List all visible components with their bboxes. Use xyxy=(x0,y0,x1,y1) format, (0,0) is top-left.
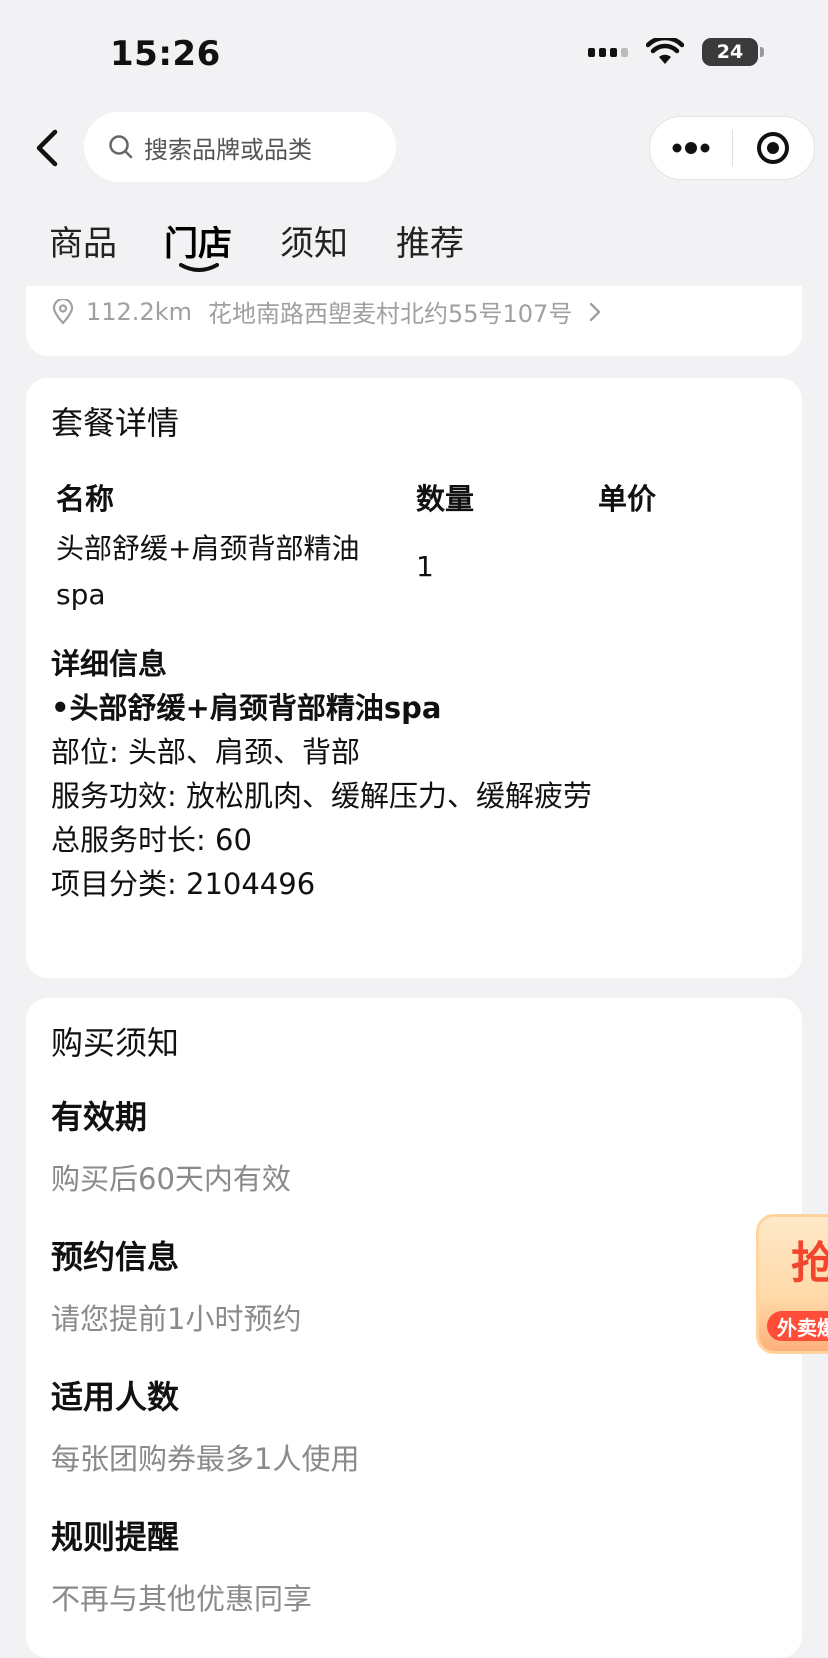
address-row[interactable]: 112.2km 花地南路西塱麦村北约55号107号 xyxy=(52,294,602,329)
back-button[interactable] xyxy=(18,120,74,176)
search-input[interactable]: 搜索品牌或品类 xyxy=(84,112,396,182)
floating-promo-button[interactable]: 抢 外卖爆 xyxy=(756,1214,828,1354)
status-time: 15:26 xyxy=(110,34,221,74)
target-close-icon xyxy=(757,132,790,164)
detail-info: 详细信息 •头部舒缓+肩颈背部精油spa 部位: 头部、肩颈、背部 服务功效: … xyxy=(51,642,592,906)
tab-products[interactable]: 商品 xyxy=(49,216,117,265)
package-item-quantity: 1 xyxy=(416,550,434,583)
chevron-right-icon xyxy=(590,302,602,321)
more-dots-icon xyxy=(672,142,710,154)
store-address-card: 112.2km 花地南路西塱麦村北约55号107号 xyxy=(26,286,802,356)
search-icon xyxy=(109,135,133,159)
notice-item-desc: 每张团购券最多1人使用 xyxy=(51,1442,360,1476)
detail-line: 项目分类: 2104496 xyxy=(51,867,316,901)
detail-info-title: 详细信息 xyxy=(51,647,168,681)
battery-icon: 24 xyxy=(702,38,764,66)
promo-big-text: 抢 xyxy=(791,1227,828,1291)
detail-line: 部位: 头部、肩颈、背部 xyxy=(51,735,360,769)
status-icons: 24 xyxy=(588,38,764,66)
notice-item-desc: 购买后60天内有效 xyxy=(51,1162,291,1196)
detail-line: 服务功效: 放松肌肉、缓解压力、缓解疲劳 xyxy=(51,779,592,813)
promo-label: 外卖爆 xyxy=(767,1311,828,1341)
active-tab-indicator xyxy=(179,263,219,272)
notice-item-title: 预约信息 xyxy=(51,1238,180,1276)
tab-bar: 商品 门店 须知 推荐 xyxy=(0,200,828,280)
notice-item-desc: 请您提前1小时预约 xyxy=(51,1302,302,1336)
tab-recommend[interactable]: 推荐 xyxy=(396,216,464,265)
miniprogram-capsule xyxy=(649,116,815,180)
status-bar: 15:26 24 xyxy=(0,0,828,108)
purchase-notice-title: 购买须知 xyxy=(51,1024,180,1062)
location-pin-icon xyxy=(52,298,74,325)
package-item-name: 头部舒缓+肩颈背部精油spa xyxy=(56,532,360,611)
package-details-card: 套餐详情 名称 数量 单价 头部舒缓+肩颈背部精油spa 1 详细信息 •头部舒… xyxy=(26,378,802,978)
more-button[interactable] xyxy=(650,117,732,179)
header-name: 名称 xyxy=(56,482,115,516)
store-address: 花地南路西塱麦村北约55号107号 xyxy=(207,300,573,328)
detail-item-name: •头部舒缓+肩颈背部精油spa xyxy=(51,691,442,725)
wifi-icon xyxy=(646,38,684,64)
header-unit-price: 单价 xyxy=(598,482,657,516)
tab-notice[interactable]: 须知 xyxy=(280,216,348,265)
chevron-left-icon xyxy=(36,129,58,167)
tab-store[interactable]: 门店 xyxy=(164,216,232,265)
notice-item-title: 有效期 xyxy=(51,1098,148,1136)
package-details-title: 套餐详情 xyxy=(51,404,180,442)
notice-item-title: 规则提醒 xyxy=(51,1518,180,1556)
purchase-notice-card: 购买须知 有效期 购买后60天内有效 预约信息 请您提前1小时预约 适用人数 每… xyxy=(26,998,802,1658)
header-quantity: 数量 xyxy=(416,482,475,516)
close-miniprogram-button[interactable] xyxy=(733,117,815,179)
nav-bar: 搜索品牌或品类 xyxy=(0,108,828,188)
search-placeholder: 搜索品牌或品类 xyxy=(144,135,312,164)
detail-line: 总服务时长: 60 xyxy=(51,823,252,857)
store-distance: 112.2km xyxy=(86,297,192,326)
signal-icon xyxy=(588,47,628,57)
notice-item-desc: 不再与其他优惠同享 xyxy=(51,1582,313,1616)
notice-item-title: 适用人数 xyxy=(51,1378,180,1416)
